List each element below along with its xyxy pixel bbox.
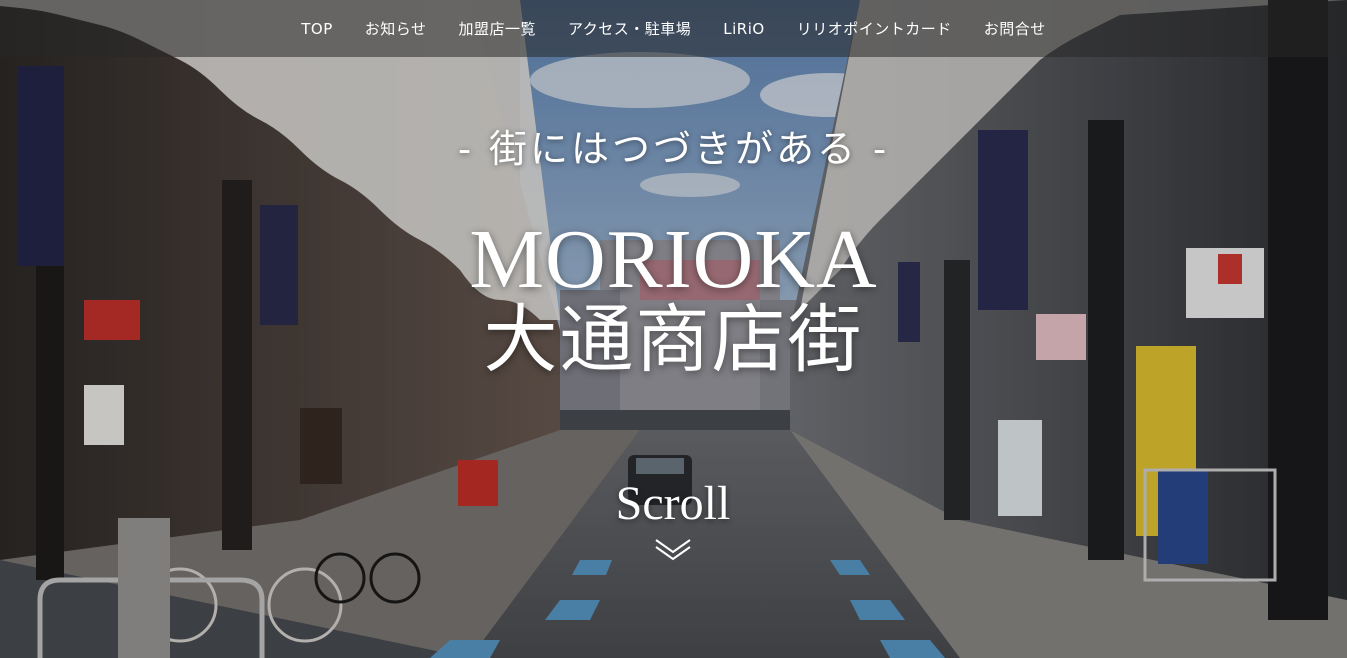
- nav-item-top: TOP: [285, 0, 349, 57]
- scroll-label: Scroll: [615, 477, 731, 530]
- nav-link-contact[interactable]: お問合せ: [984, 18, 1046, 39]
- top-navigation: TOP お知らせ 加盟店一覧 アクセス・駐車場 LiRiO リリオポイントカード…: [0, 0, 1347, 57]
- nav-item-access-parking: アクセス・駐車場: [552, 0, 707, 57]
- nav-menu: TOP お知らせ 加盟店一覧 アクセス・駐車場 LiRiO リリオポイントカード…: [0, 0, 1347, 57]
- hero-section: TOP お知らせ 加盟店一覧 アクセス・駐車場 LiRiO リリオポイントカード…: [0, 0, 1347, 658]
- nav-link-news[interactable]: お知らせ: [365, 18, 427, 39]
- hero-tagline: - 街にはつづきがある -: [458, 127, 889, 171]
- nav-item-point-card: リリオポイントカード: [781, 0, 968, 57]
- hero-title-english: MORIOKA: [469, 213, 878, 306]
- scroll-down-button[interactable]: Scroll: [573, 474, 773, 574]
- nav-link-top[interactable]: TOP: [301, 20, 333, 38]
- nav-item-lirio: LiRiO: [707, 0, 780, 57]
- chevron-down-icon: [655, 539, 691, 561]
- nav-link-access-parking[interactable]: アクセス・駐車場: [568, 18, 691, 39]
- nav-link-point-card[interactable]: リリオポイントカード: [797, 18, 952, 39]
- nav-link-member-stores[interactable]: 加盟店一覧: [458, 18, 536, 39]
- nav-item-member-stores: 加盟店一覧: [442, 0, 552, 57]
- nav-item-contact: お問合せ: [968, 0, 1062, 57]
- nav-link-lirio[interactable]: LiRiO: [723, 20, 764, 38]
- nav-item-news: お知らせ: [349, 0, 443, 57]
- hero-title-japanese: 大通商店街: [483, 297, 864, 383]
